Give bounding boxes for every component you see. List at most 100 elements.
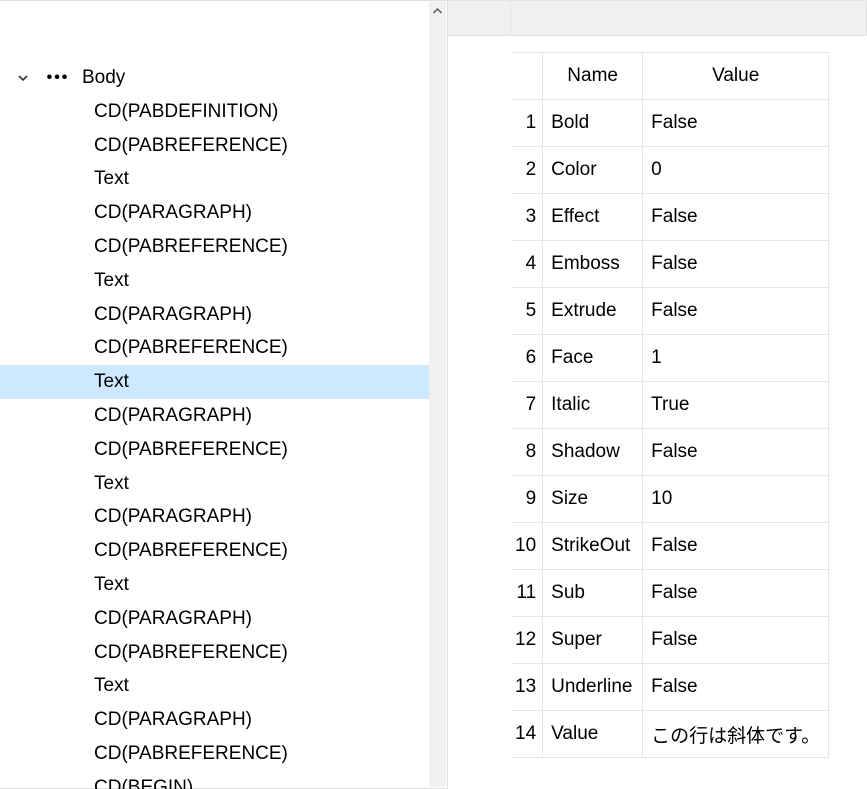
table-row[interactable]: 4EmbossFalse bbox=[511, 241, 829, 288]
scroll-up-button[interactable] bbox=[429, 2, 446, 19]
tree-item[interactable]: CD(PABREFERENCE) bbox=[0, 433, 429, 467]
row-number: 7 bbox=[511, 382, 543, 429]
prop-value[interactable]: False bbox=[643, 523, 829, 570]
row-number: 14 bbox=[511, 711, 543, 758]
tree-panel: ••• Body CD(PABDEFINITION) CD(PABREFERENC… bbox=[0, 0, 448, 789]
prop-name: Super bbox=[543, 617, 643, 664]
tree-item[interactable]: CD(PARAGRAPH) bbox=[0, 196, 429, 230]
prop-value[interactable]: この行は斜体です。 bbox=[643, 711, 829, 758]
tree-item[interactable]: CD(PABDEFINITION) bbox=[0, 95, 429, 129]
tree-item-label: CD(PARAGRAPH) bbox=[94, 304, 252, 325]
tree-item[interactable]: CD(BEGIN) bbox=[0, 771, 429, 789]
tree-item-label: CD(PARAGRAPH) bbox=[94, 608, 252, 629]
col-header-value[interactable]: Value bbox=[643, 53, 829, 100]
tree-root-label: Body bbox=[82, 67, 125, 89]
col-header-name[interactable]: Name bbox=[543, 53, 643, 100]
tree-item[interactable]: CD(PARAGRAPH) bbox=[0, 298, 429, 332]
tree-item[interactable]: CD(PABREFERENCE) bbox=[0, 737, 429, 771]
table-row[interactable]: 12SuperFalse bbox=[511, 617, 829, 664]
tree-item-label: CD(PARAGRAPH) bbox=[94, 506, 252, 527]
row-number: 3 bbox=[511, 194, 543, 241]
prop-name: Italic bbox=[543, 382, 643, 429]
tree-item-label: Text bbox=[94, 473, 129, 494]
table-row[interactable]: 14Valueこの行は斜体です。 bbox=[511, 711, 829, 758]
tree-item-label: CD(PABREFERENCE) bbox=[94, 135, 288, 156]
tree-item-label: CD(BEGIN) bbox=[94, 777, 193, 789]
tree-root-item[interactable]: ••• Body bbox=[0, 61, 429, 95]
prop-value[interactable]: False bbox=[643, 429, 829, 476]
tree-item[interactable]: CD(PARAGRAPH) bbox=[0, 703, 429, 737]
prop-name: StrikeOut bbox=[543, 523, 643, 570]
row-number: 1 bbox=[511, 100, 543, 147]
tree-item-label: Text bbox=[94, 675, 129, 696]
prop-value[interactable]: False bbox=[643, 241, 829, 288]
prop-value[interactable]: False bbox=[643, 100, 829, 147]
tree-item[interactable]: Text bbox=[0, 568, 429, 602]
table-row[interactable]: 9Size10 bbox=[511, 476, 829, 523]
tree-item-label: CD(PABREFERENCE) bbox=[94, 642, 288, 663]
prop-name: Emboss bbox=[543, 241, 643, 288]
prop-value[interactable]: 0 bbox=[643, 147, 829, 194]
tree-item[interactable]: CD(PABREFERENCE) bbox=[0, 534, 429, 568]
prop-name: Sub bbox=[543, 570, 643, 617]
tree-item-label: CD(PABREFERENCE) bbox=[94, 236, 288, 257]
tree-item-label: Text bbox=[94, 371, 129, 392]
tree-item[interactable]: Text bbox=[0, 264, 429, 298]
tree-item[interactable]: CD(PARAGRAPH) bbox=[0, 399, 429, 433]
table-row[interactable]: 3EffectFalse bbox=[511, 194, 829, 241]
row-number: 12 bbox=[511, 617, 543, 664]
tree-item[interactable]: CD(PARAGRAPH) bbox=[0, 500, 429, 534]
prop-value[interactable]: False bbox=[643, 617, 829, 664]
table-row[interactable]: 7ItalicTrue bbox=[511, 382, 829, 429]
tree-item[interactable]: Text bbox=[0, 162, 429, 196]
table-row[interactable]: 5ExtrudeFalse bbox=[511, 288, 829, 335]
table-row[interactable]: 13UnderlineFalse bbox=[511, 664, 829, 711]
prop-value[interactable]: False bbox=[643, 570, 829, 617]
table-row[interactable]: 11SubFalse bbox=[511, 570, 829, 617]
tree-item-label: CD(PARAGRAPH) bbox=[94, 405, 252, 426]
prop-value[interactable]: 1 bbox=[643, 335, 829, 382]
tree-item[interactable]: CD(PABREFERENCE) bbox=[0, 331, 429, 365]
table-row[interactable]: 6Face1 bbox=[511, 335, 829, 382]
prop-name: Face bbox=[543, 335, 643, 382]
tree-item-label: Text bbox=[94, 270, 129, 291]
table-row[interactable]: 10StrikeOutFalse bbox=[511, 523, 829, 570]
prop-value[interactable]: False bbox=[643, 194, 829, 241]
tree-item[interactable]: Text bbox=[0, 365, 429, 399]
prop-name: Bold bbox=[543, 100, 643, 147]
toolbar-strip bbox=[511, 0, 867, 36]
table-row[interactable]: 2Color0 bbox=[511, 147, 829, 194]
properties-panel: Name Value 1BoldFalse2Color03EffectFalse… bbox=[511, 0, 867, 789]
tree-item-label: CD(PABDEFINITION) bbox=[94, 101, 278, 122]
tree-item[interactable]: Text bbox=[0, 467, 429, 501]
chevron-down-icon[interactable] bbox=[16, 71, 30, 85]
prop-value[interactable]: True bbox=[643, 382, 829, 429]
tree-item[interactable]: Text bbox=[0, 669, 429, 703]
toolbar-strip bbox=[448, 0, 511, 36]
row-number: 4 bbox=[511, 241, 543, 288]
table-row[interactable]: 1BoldFalse bbox=[511, 100, 829, 147]
prop-value[interactable]: 10 bbox=[643, 476, 829, 523]
prop-name: Extrude bbox=[543, 288, 643, 335]
vertical-scrollbar[interactable] bbox=[429, 2, 446, 787]
table-row[interactable]: 8ShadowFalse bbox=[511, 429, 829, 476]
row-number: 11 bbox=[511, 570, 543, 617]
prop-name: Shadow bbox=[543, 429, 643, 476]
prop-name: Underline bbox=[543, 664, 643, 711]
row-number: 6 bbox=[511, 335, 543, 382]
prop-value[interactable]: False bbox=[643, 288, 829, 335]
prop-name: Size bbox=[543, 476, 643, 523]
prop-name: Value bbox=[543, 711, 643, 758]
tree-item[interactable]: CD(PABREFERENCE) bbox=[0, 129, 429, 163]
prop-value[interactable]: False bbox=[643, 664, 829, 711]
row-number: 9 bbox=[511, 476, 543, 523]
tree-item-label: CD(PABREFERENCE) bbox=[94, 439, 288, 460]
properties-table[interactable]: Name Value 1BoldFalse2Color03EffectFalse… bbox=[511, 52, 829, 758]
tree-item[interactable]: CD(PABREFERENCE) bbox=[0, 230, 429, 264]
tree-item[interactable]: CD(PARAGRAPH) bbox=[0, 602, 429, 636]
row-number: 8 bbox=[511, 429, 543, 476]
tree-view[interactable]: ••• Body CD(PABDEFINITION) CD(PABREFERENC… bbox=[0, 1, 429, 789]
prop-name: Color bbox=[543, 147, 643, 194]
tree-item-label: Text bbox=[94, 574, 129, 595]
tree-item[interactable]: CD(PABREFERENCE) bbox=[0, 636, 429, 670]
